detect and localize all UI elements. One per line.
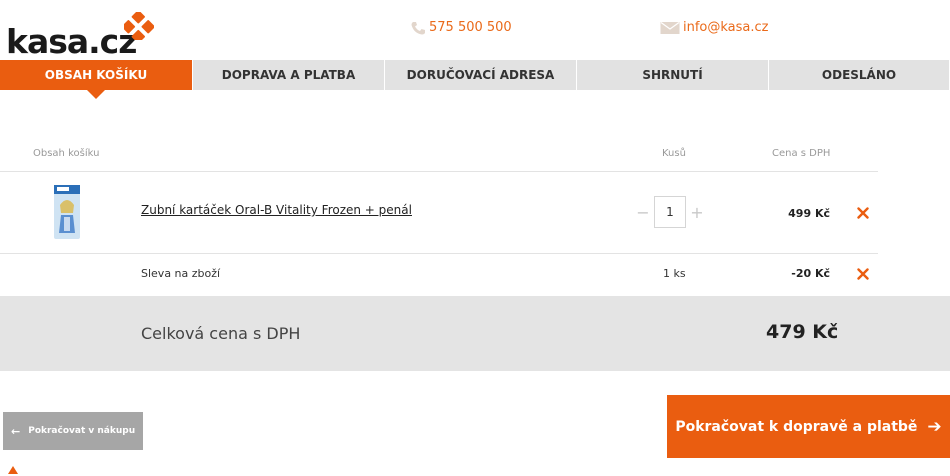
arrow-right-icon: ➔	[927, 416, 942, 437]
column-header-qty: Kusů	[662, 148, 686, 159]
phone-icon	[410, 21, 426, 35]
contact-email[interactable]: info@kasa.cz	[660, 20, 769, 35]
checkout-steps: OBSAH KOŠÍKU DOPRAVA A PLATBA DORUČOVACÍ…	[0, 60, 950, 99]
discount-qty: 1 ks	[663, 267, 686, 280]
product-name-link[interactable]: Zubní kartáček Oral-B Vitality Frozen + …	[141, 203, 412, 217]
continue-shopping-label: Pokračovat v nákupu	[28, 426, 136, 436]
logo[interactable]: kasa.cz	[6, 12, 154, 61]
quantity-stepper: − 1 +	[632, 196, 708, 228]
continue-to-shipping-label: Pokračovat k dopravě a platbě	[675, 418, 918, 435]
mail-icon	[660, 21, 680, 35]
divider	[0, 171, 878, 172]
column-header-item: Obsah košíku	[33, 148, 100, 159]
logo-text: kasa.cz	[6, 22, 137, 61]
step-delivery-address[interactable]: DORUČOVACÍ ADRESA	[385, 60, 577, 90]
quantity-decrease-button[interactable]: −	[632, 203, 654, 222]
continue-shopping-button[interactable]: ← Pokračovat v nákupu	[3, 412, 143, 450]
total-label: Celková cena s DPH	[141, 324, 301, 343]
discount-price: -20 Kč	[791, 267, 830, 280]
quantity-increase-button[interactable]: +	[686, 203, 708, 222]
step-sent[interactable]: ODESLÁNO	[769, 60, 950, 90]
remove-discount-icon[interactable]	[857, 268, 869, 280]
product-image[interactable]	[52, 183, 82, 241]
discount-label: Sleva na zboží	[141, 267, 221, 280]
continue-to-shipping-button[interactable]: Pokračovat k dopravě a platbě ➔	[667, 395, 950, 458]
footer-note	[8, 466, 18, 474]
step-summary[interactable]: SHRNUTÍ	[577, 60, 769, 90]
logo-mark-icon	[124, 12, 154, 40]
column-header-price: Cena s DPH	[772, 148, 831, 159]
remove-item-icon[interactable]	[857, 207, 869, 219]
product-price: 499 Kč	[788, 207, 830, 220]
phone-number: 575 500 500	[429, 20, 512, 35]
total-value: 479 Kč	[766, 321, 839, 343]
contact-phone[interactable]: 575 500 500	[410, 20, 512, 35]
divider	[0, 253, 878, 254]
step-cart-contents[interactable]: OBSAH KOŠÍKU	[0, 60, 193, 99]
email-address: info@kasa.cz	[683, 20, 769, 35]
step-shipping-payment[interactable]: DOPRAVA A PLATBA	[193, 60, 385, 90]
arrow-left-icon: ←	[11, 424, 21, 438]
quantity-input[interactable]: 1	[654, 196, 686, 228]
footer-mark-icon	[8, 466, 18, 474]
